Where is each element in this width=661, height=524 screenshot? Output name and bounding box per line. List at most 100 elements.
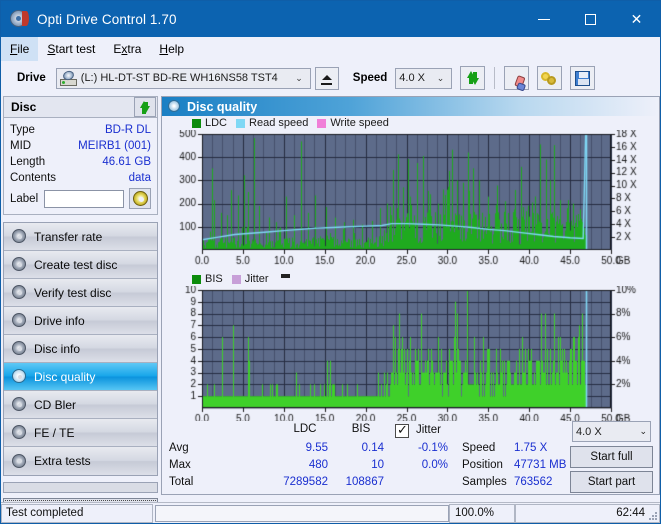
chevron-down-icon: ⌄	[436, 72, 445, 83]
disc-panel-body: Type BD-R DL MID MEIRB1 (001) Length 46.…	[3, 118, 158, 215]
start-part-button[interactable]: Start part	[570, 471, 653, 493]
eject-button[interactable]	[314, 66, 339, 90]
elapsed-time: 62:44	[515, 503, 660, 523]
eject-icon	[321, 75, 332, 80]
settings-button[interactable]	[537, 66, 563, 90]
stats-max-ldc: 480	[308, 459, 328, 471]
legend-swatch	[317, 118, 327, 128]
legend-jitter: Jitter	[231, 273, 269, 285]
disc-label-row: Label	[10, 188, 151, 209]
erase-button[interactable]	[504, 66, 530, 92]
window-controls: ✕	[521, 1, 660, 37]
sidebar-item-disc-quality[interactable]: Disc quality	[4, 363, 157, 391]
menu-help-rest: elp	[168, 42, 185, 56]
disc-icon	[12, 397, 27, 412]
green-arrows-icon	[465, 70, 481, 86]
stats-speed-value: 1.75 X	[514, 442, 548, 454]
legend-swatch	[231, 274, 241, 284]
sidebar-item-cd-bler[interactable]: CD Bler	[4, 391, 157, 419]
disc-icon	[12, 453, 27, 469]
sidebar-nav: Transfer rate Create test disc Verify te…	[3, 222, 158, 476]
disc-panel-title: Disc	[11, 100, 37, 114]
legend-bis: BIS	[192, 273, 223, 285]
disc-panel-header: Disc	[3, 96, 158, 118]
stats-total-bis: 108867	[345, 476, 384, 488]
disc-row-length: Length 46.61 GB	[10, 154, 151, 170]
sidebar-spacer	[3, 482, 158, 493]
minimize-button[interactable]	[521, 1, 567, 37]
maximize-button[interactable]	[567, 1, 613, 37]
close-icon[interactable]: ✕	[613, 1, 660, 37]
disc-label-input[interactable]	[44, 189, 125, 208]
ldc-plot-canvas[interactable]	[162, 130, 659, 270]
disc-mid-label: MID	[10, 140, 32, 152]
start-full-button[interactable]: Start full	[570, 446, 653, 468]
app-disc-icon	[9, 9, 29, 29]
menu-file-rest: ile	[17, 42, 30, 56]
refresh-button[interactable]	[460, 66, 486, 90]
stats-avg-ldc: 9.55	[305, 442, 328, 454]
legend-label: Jitter	[244, 273, 269, 285]
menu-extra[interactable]: Ex tra	[104, 37, 150, 61]
result-speed-value: 4.0 X	[576, 425, 602, 438]
resize-grip-icon[interactable]	[648, 511, 657, 520]
bis-plot-canvas[interactable]	[162, 286, 659, 428]
chevron-down-icon: ⌄	[295, 72, 303, 83]
sidebar-item-extra-tests[interactable]: Extra tests	[4, 447, 157, 475]
sidebar-item-transfer-rate[interactable]: Transfer rate	[4, 223, 157, 251]
disc-icon	[12, 257, 27, 272]
disc-icon	[12, 313, 27, 328]
ldc-plot-area[interactable]	[162, 130, 659, 270]
sidebar-item-disc-info[interactable]: Disc info	[4, 335, 157, 363]
sidebar-label: Verify test disc	[34, 285, 112, 300]
bis-plot-area[interactable]	[162, 286, 659, 428]
floppy-save-icon	[575, 71, 591, 86]
save-button[interactable]	[570, 66, 596, 90]
stats-row-total: Total	[169, 476, 194, 488]
menu-file[interactable]: File	[1, 37, 39, 61]
sidebar-item-create-test-disc[interactable]: Create test disc	[4, 251, 157, 279]
panel-title: Disc quality	[187, 99, 258, 114]
drive-icon	[59, 69, 77, 86]
legend-label: Read speed	[249, 117, 309, 129]
eraser-icon	[507, 69, 527, 92]
menu-help[interactable]: Help	[150, 37, 193, 61]
disc-icon	[12, 285, 27, 300]
disc-type-value: BD-R DL	[104, 124, 151, 136]
legend-label: BIS	[205, 273, 223, 285]
chevron-down-icon: ⌄	[639, 426, 647, 436]
disc-info-button[interactable]	[129, 188, 151, 209]
bis-chart: BIS Jitter	[162, 272, 659, 428]
legend-swatch	[192, 274, 201, 284]
disc-row-mid: MID MEIRB1 (001)	[10, 138, 151, 154]
cd-disc-icon	[132, 191, 148, 206]
sidebar-label: Create test disc	[34, 257, 118, 272]
stats-avg-bis: 0.14	[361, 442, 384, 454]
stats-row-avg: Avg	[169, 442, 189, 454]
result-speed-select[interactable]: 4.0 X ⌄	[572, 421, 651, 442]
disc-length-label: Length	[10, 156, 46, 168]
sidebar-label: Transfer rate	[34, 229, 103, 244]
sidebar-item-drive-info[interactable]: Drive info	[4, 307, 157, 335]
disc-label-caption: Label	[10, 192, 39, 205]
sidebar-item-fe-te[interactable]: FE / TE	[4, 419, 157, 447]
stats-max-bis: 10	[371, 459, 384, 471]
legend-swatch	[192, 118, 201, 128]
disc-length-value: 46.61 GB	[102, 156, 151, 168]
sidebar-item-verify-test-disc[interactable]: Verify test disc	[4, 279, 157, 307]
drive-select[interactable]: (L:) HL-DT-ST BD-RE WH16NS58 TST4 ⌄	[55, 67, 311, 89]
legend-read-speed: Read speed	[236, 117, 308, 129]
jitter-checkbox[interactable]	[395, 422, 409, 438]
speed-select[interactable]: 4.0 X ⌄	[395, 67, 453, 89]
jitter-avg-value: -0.1%	[417, 442, 448, 454]
progress-percent: 100.0%	[449, 503, 515, 523]
sidebar-label: Drive info	[34, 313, 85, 328]
stats-row-max: Max	[169, 459, 191, 471]
stats-panel: LDC BIS Avg 9.55 0.14 Max 480 10 Total 7…	[162, 421, 659, 494]
window-title: Opti Drive Control 1.70	[37, 11, 177, 27]
menu-start-test-rest: tart test	[55, 42, 96, 56]
menu-extra-rest: tra	[127, 42, 142, 56]
stats-samples-label: Samples	[462, 476, 507, 488]
disc-refresh-button[interactable]	[134, 97, 156, 117]
menu-start-test[interactable]: Start test	[38, 37, 104, 61]
